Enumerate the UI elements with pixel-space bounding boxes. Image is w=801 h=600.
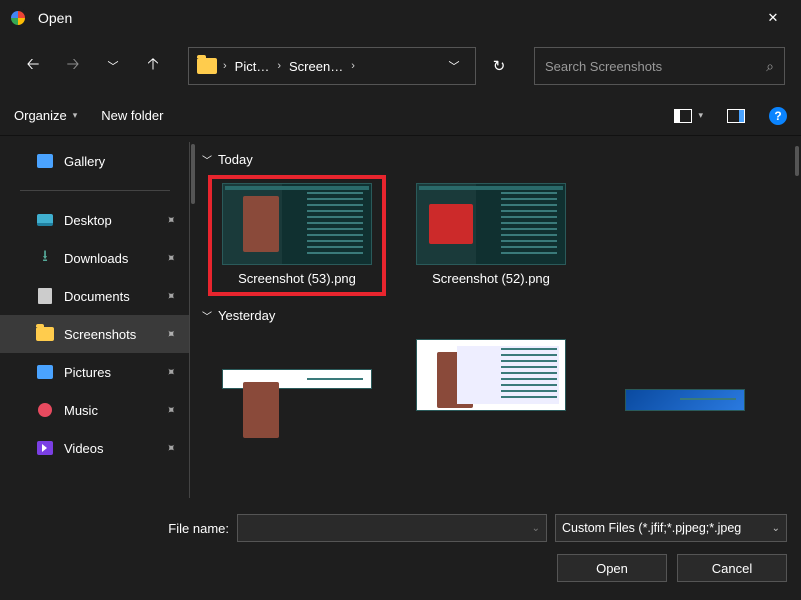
- close-button[interactable]: ✕: [753, 0, 793, 36]
- thumbnail: [222, 369, 372, 389]
- sidebar-item-videos[interactable]: Videos ✦: [0, 429, 190, 467]
- group-header-yesterday[interactable]: ﹀ Yesterday: [202, 308, 791, 323]
- chevron-right-icon[interactable]: ›: [223, 60, 227, 72]
- file-item[interactable]: Screenshot (53).png: [210, 177, 384, 294]
- app-icon: [8, 8, 28, 28]
- video-icon: [37, 441, 53, 455]
- pin-icon: ✦: [162, 249, 179, 266]
- chevron-down-icon: ﹀: [202, 308, 212, 323]
- thumbnail: [625, 389, 745, 411]
- search-input[interactable]: Search Screenshots ⌕: [534, 47, 785, 85]
- breadcrumb-segment[interactable]: Pict…: [233, 55, 272, 78]
- address-bar[interactable]: › Pict… › Screen… › ﹀: [188, 47, 476, 85]
- sidebar-item-label: Music: [64, 403, 98, 418]
- chevron-down-icon: ▾: [698, 110, 703, 121]
- preview-icon: [727, 109, 745, 123]
- navbar: 🡠 🡢 ﹀ 🡡 › Pict… › Screen… › ﹀ ↻ Search S…: [0, 36, 801, 96]
- sidebar: Gallery Desktop ✦ ⭳ Downloads ✦ Document…: [0, 136, 190, 504]
- thumbnail: [416, 183, 566, 265]
- open-button[interactable]: Open: [557, 554, 667, 582]
- forward-button[interactable]: 🡢: [56, 49, 90, 83]
- document-icon: [38, 288, 52, 304]
- file-list: ﹀ Today Screenshot (53).png Screenshot (…: [190, 136, 801, 504]
- filename-label: File name:: [168, 521, 229, 536]
- sidebar-item-gallery[interactable]: Gallery: [0, 142, 190, 180]
- pin-icon: ✦: [162, 439, 179, 456]
- refresh-button[interactable]: ↻: [482, 49, 516, 83]
- toolbar: Organize▾ New folder ▾ ?: [0, 96, 801, 136]
- pin-icon: ✦: [162, 325, 179, 342]
- titlebar: Open ✕: [0, 0, 801, 36]
- thumbnail: [416, 339, 566, 411]
- chevron-down-icon: ﹀: [202, 152, 212, 167]
- chevron-down-icon[interactable]: ⌄: [532, 523, 540, 534]
- file-name: Screenshot (53).png: [238, 271, 356, 288]
- sidebar-item-music[interactable]: Music ✦: [0, 391, 190, 429]
- file-name: Screenshot (52).png: [432, 271, 550, 288]
- pin-icon: ✦: [162, 287, 179, 304]
- filetype-select[interactable]: Custom Files (*.jfif;*.pjpeg;*.jpeg ⌄: [555, 514, 787, 542]
- view-layout-button[interactable]: ▾: [674, 109, 703, 123]
- window-title: Open: [38, 10, 72, 26]
- sidebar-item-screenshots[interactable]: Screenshots ✦: [0, 315, 190, 353]
- pin-icon: ✦: [162, 211, 179, 228]
- pin-icon: ✦: [162, 401, 179, 418]
- sidebar-item-label: Pictures: [64, 365, 111, 380]
- layout-icon: [674, 109, 692, 123]
- sidebar-item-label: Documents: [64, 289, 130, 304]
- help-button[interactable]: ?: [769, 107, 787, 125]
- recent-locations-button[interactable]: ﹀: [96, 49, 130, 83]
- sidebar-item-pictures[interactable]: Pictures ✦: [0, 353, 190, 391]
- pin-icon: ✦: [162, 363, 179, 380]
- new-folder-button[interactable]: New folder: [101, 108, 163, 123]
- chevron-down-icon: ▾: [73, 110, 78, 121]
- folder-icon: [36, 327, 54, 341]
- sidebar-item-label: Downloads: [64, 251, 128, 266]
- back-button[interactable]: 🡠: [16, 49, 50, 83]
- address-dropdown-button[interactable]: ﹀: [437, 49, 471, 83]
- preview-pane-button[interactable]: [727, 109, 745, 123]
- chevron-right-icon[interactable]: ›: [351, 60, 355, 72]
- file-item[interactable]: [598, 383, 772, 417]
- sidebar-item-documents[interactable]: Documents ✦: [0, 277, 190, 315]
- chevron-right-icon[interactable]: ›: [277, 60, 281, 72]
- file-item[interactable]: [210, 363, 384, 417]
- sidebar-item-downloads[interactable]: ⭳ Downloads ✦: [0, 239, 190, 277]
- scrollbar[interactable]: [795, 146, 799, 176]
- sidebar-item-label: Screenshots: [64, 327, 136, 342]
- download-icon: ⭳: [36, 249, 54, 267]
- music-icon: [38, 403, 52, 417]
- sidebar-item-desktop[interactable]: Desktop ✦: [0, 201, 190, 239]
- folder-icon: [197, 58, 217, 74]
- sidebar-item-label: Gallery: [64, 154, 105, 169]
- file-item[interactable]: Screenshot (52).png: [404, 177, 578, 294]
- sidebar-item-label: Desktop: [64, 213, 112, 228]
- organize-button[interactable]: Organize▾: [14, 108, 77, 123]
- gallery-icon: [37, 154, 53, 168]
- desktop-icon: [37, 214, 53, 226]
- search-icon: ⌕: [766, 58, 774, 75]
- thumbnail: [222, 183, 372, 265]
- bottom-panel: File name: ⌄ Custom Files (*.jfif;*.pjpe…: [0, 504, 801, 600]
- chevron-down-icon: ⌄: [772, 523, 780, 534]
- file-item[interactable]: [404, 333, 578, 417]
- cancel-button[interactable]: Cancel: [677, 554, 787, 582]
- divider: [20, 190, 170, 191]
- up-button[interactable]: 🡡: [136, 49, 170, 83]
- group-header-today[interactable]: ﹀ Today: [202, 152, 791, 167]
- sidebar-item-label: Videos: [64, 441, 104, 456]
- breadcrumb-segment[interactable]: Screen…: [287, 55, 345, 78]
- filename-input[interactable]: ⌄: [237, 514, 547, 542]
- pictures-icon: [37, 365, 53, 379]
- search-placeholder: Search Screenshots: [545, 59, 662, 74]
